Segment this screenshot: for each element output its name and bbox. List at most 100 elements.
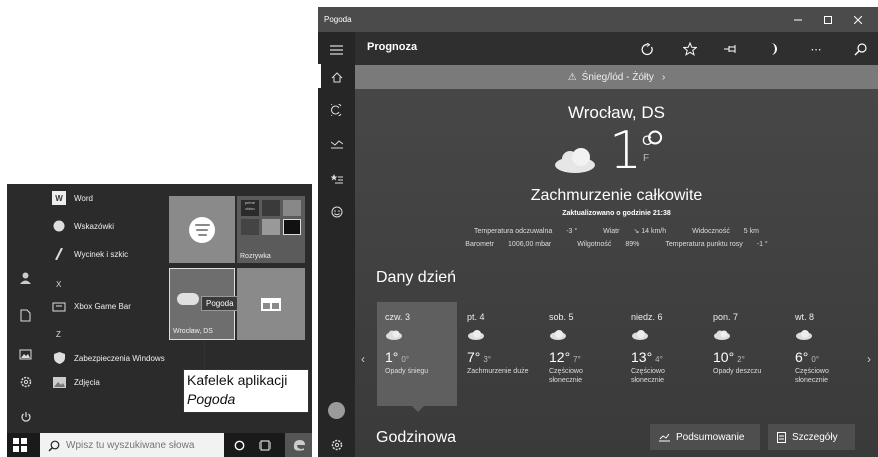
unit-celsius-toggle[interactable]: C <box>642 132 652 148</box>
app-item-word[interactable]: W Word <box>44 186 167 210</box>
xbox-game-bar-icon <box>52 299 66 313</box>
windows-start-icon[interactable] <box>13 438 27 452</box>
hamburger-menu-icon[interactable] <box>318 35 355 65</box>
search-icon <box>48 439 60 452</box>
summary-button[interactable]: Podsumowanie <box>650 424 760 450</box>
more-options-icon[interactable]: ⋯ <box>801 36 831 62</box>
location-name: Wrocław, DS <box>568 103 665 122</box>
unit-fahrenheit-toggle[interactable]: F <box>643 153 649 164</box>
game-mini-tile[interactable] <box>262 219 280 235</box>
details-button[interactable]: Szczegóły <box>768 424 855 450</box>
user-icon[interactable] <box>7 264 44 290</box>
detail-label: Widoczność <box>692 228 730 235</box>
settings-icon[interactable] <box>7 369 44 395</box>
pin-icon[interactable] <box>716 36 746 62</box>
app-item-tips[interactable]: Wskazówki <box>44 214 167 238</box>
spotify-icon <box>189 216 215 243</box>
pictures-icon[interactable] <box>7 341 44 367</box>
day-high: 7° <box>467 349 481 365</box>
updated-time: Zaktualizowano o godzinie 21:38 <box>562 210 671 217</box>
word-icon: W <box>52 191 66 205</box>
radar-icon[interactable] <box>318 95 355 125</box>
app-item-windows-security[interactable]: Zabezpieczenia Windows <box>44 346 167 370</box>
app-label: Zdjęcia <box>74 377 100 387</box>
settings-icon[interactable] <box>318 430 355 457</box>
power-icon[interactable] <box>7 404 44 430</box>
document-icon[interactable] <box>7 302 44 328</box>
day-card[interactable]: wt. 8 6° 0° Częściowo słonecznie <box>787 302 867 406</box>
day-card[interactable]: pt. 4 7° 3° Zachmurzenie duże <box>459 302 539 406</box>
refresh-icon[interactable] <box>632 36 662 62</box>
close-button[interactable] <box>844 11 872 28</box>
cloud-icon <box>177 293 199 305</box>
navigation-rail <box>318 32 355 457</box>
day-low: 2° <box>737 355 745 364</box>
app-item-xbox-game-bar[interactable]: Xbox Game Bar <box>44 294 167 318</box>
day-low: 3° <box>483 355 492 364</box>
entertainment-tile-group[interactable]: prime video Rozrywka <box>237 196 305 263</box>
app-item-photos[interactable]: Zdjęcia <box>44 370 167 394</box>
start-menu: W Word Wskazówki Wycinek i szkic X Xbox … <box>7 184 312 457</box>
letter-header-x[interactable]: X <box>56 280 61 289</box>
favorites-list-icon[interactable] <box>318 163 355 193</box>
detail-value: 1006,00 mbar <box>508 241 552 248</box>
command-bar: Prognoza ⋯ <box>355 32 878 65</box>
detail-value: 89% <box>625 241 640 248</box>
app-label: Xbox Game Bar <box>74 301 131 311</box>
forecast-content: Wrocław, DS 1° C F Zachmurzenie całkowit… <box>355 89 878 457</box>
prime-video-mini-tile[interactable]: prime video <box>241 200 259 216</box>
day-low: 0° <box>811 355 820 364</box>
day-high: 12° <box>549 349 571 365</box>
day-card[interactable]: pon. 7 10° 2° Opady deszczu <box>705 302 785 406</box>
photos-icon <box>52 375 66 389</box>
maximize-button[interactable] <box>814 11 842 28</box>
chevron-right-icon[interactable]: › <box>867 352 871 366</box>
task-view-icon[interactable] <box>252 433 278 457</box>
avatar[interactable] <box>328 402 345 419</box>
tips-icon <box>52 219 66 233</box>
app-label: Wskazówki <box>74 221 115 231</box>
taskbar-search[interactable] <box>40 433 224 457</box>
shield-icon <box>52 351 66 365</box>
day-card[interactable]: sob. 5 12° 7° Częściowo słonecznie <box>541 302 621 406</box>
details-row-1: Temperatura odczuwalna -3 ° Wiatr ↘ 14 k… <box>355 227 878 235</box>
app-list: W Word Wskazówki Wycinek i szkic X Xbox … <box>44 184 167 433</box>
home-icon[interactable] <box>318 62 355 92</box>
historical-weather-icon[interactable] <box>318 129 355 159</box>
feedback-smiley-icon[interactable] <box>318 197 355 227</box>
app-label: Zabezpieczenia Windows <box>74 353 165 363</box>
weather-alert-banner[interactable]: ⚠ Śnieg/lód - Żółty › <box>355 65 878 89</box>
spotify-tile[interactable] <box>169 196 235 263</box>
alert-text: Śnieg/lód - Żółty <box>581 71 654 83</box>
search-input[interactable] <box>66 439 216 451</box>
photoshop-express-mini-tile[interactable] <box>283 219 301 235</box>
day-high: 13° <box>631 349 653 365</box>
favorite-star-icon[interactable] <box>675 36 705 62</box>
cloudy-icon <box>555 148 595 173</box>
game-mini-tile[interactable] <box>283 200 301 216</box>
detail-value: ↘ 14 km/h <box>633 228 667 235</box>
daily-forecast-strip: czw. 3 1° 0° Opady śniegu pt. 4 7° 3° Zach… <box>377 302 872 406</box>
game-mini-tile[interactable] <box>241 219 259 235</box>
night-mode-icon[interactable] <box>759 36 789 62</box>
callout-line <box>204 341 205 370</box>
chevron-left-icon[interactable]: ‹ <box>361 352 365 366</box>
day-card[interactable]: czw. 3 1° 0° Opady śniegu <box>377 302 457 406</box>
day-name: pon. 7 <box>713 312 739 322</box>
detail-value: -3 ° <box>566 228 578 235</box>
cortana-icon[interactable] <box>226 433 252 457</box>
day-description: Zachmurzenie duże <box>467 368 529 375</box>
news-tile[interactable] <box>237 268 305 340</box>
minimize-button[interactable] <box>784 11 812 28</box>
detail-value: -1 ° <box>756 241 768 248</box>
game-mini-tile[interactable] <box>262 200 280 216</box>
day-card[interactable]: niedz. 6 13° 4° Częściowo słonecznie <box>623 302 703 406</box>
app-item-snip-sketch[interactable]: Wycinek i szkic <box>44 242 167 266</box>
edge-icon[interactable] <box>285 433 312 457</box>
day-description: Częściowo słonecznie <box>795 368 829 384</box>
day-high: 6° <box>795 349 809 365</box>
detail-label: Temperatura odczuwalna <box>474 228 553 235</box>
day-low: 0° <box>401 355 410 364</box>
search-icon[interactable] <box>845 36 875 62</box>
letter-header-z[interactable]: Z <box>56 330 61 339</box>
